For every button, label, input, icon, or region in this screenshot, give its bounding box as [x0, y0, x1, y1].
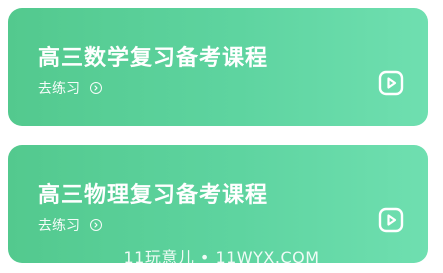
watermark: 11玩意儿 • 11WYX.COM	[123, 248, 320, 267]
course-title: 高三物理复习备考课程	[38, 183, 269, 208]
chevron-right-circle-icon	[90, 219, 102, 231]
practice-link[interactable]: 去练习	[38, 215, 102, 235]
play-icon[interactable]	[376, 205, 406, 235]
course-title: 高三数学复习备考课程	[38, 46, 269, 71]
play-icon[interactable]	[376, 68, 406, 98]
practice-label: 去练习	[38, 218, 80, 234]
practice-label: 去练习	[38, 81, 80, 97]
chevron-right-circle-icon	[90, 82, 102, 94]
course-card-math[interactable]: 高三数学复习备考课程 去练习	[8, 8, 428, 126]
practice-link[interactable]: 去练习	[38, 78, 102, 98]
